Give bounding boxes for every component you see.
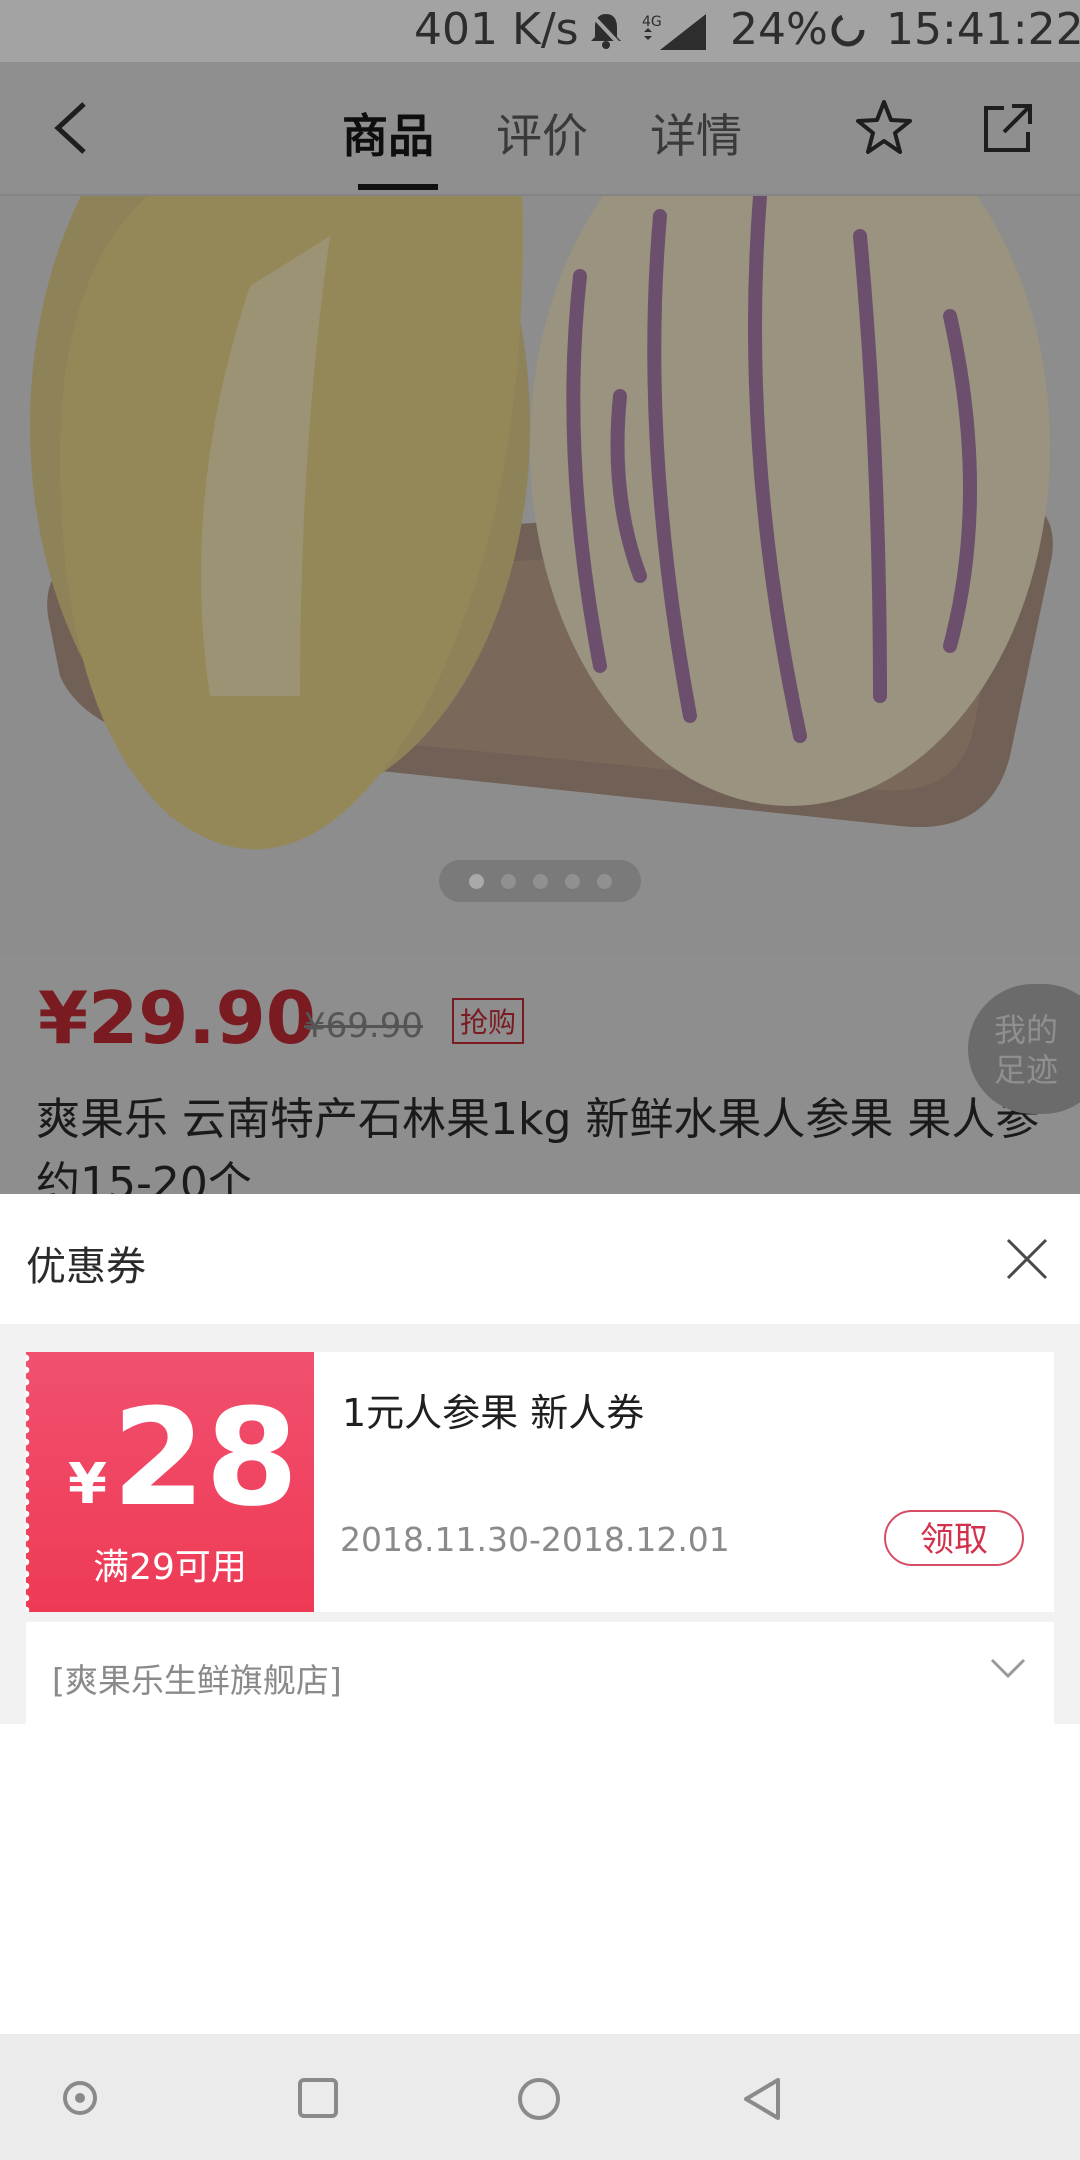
coupon-currency: ¥ (68, 1452, 107, 1517)
pager-dot (501, 874, 516, 889)
network-speed: 401 K/s (414, 4, 579, 55)
top-nav: 商品 评价 详情 (0, 62, 1080, 196)
back-arrow-icon[interactable] (50, 98, 90, 158)
image-pager (439, 860, 641, 902)
coupon-store-row[interactable]: [爽果乐生鲜旗舰店] (26, 1622, 1054, 1724)
system-nav-bar (0, 2034, 1080, 2160)
sheet-title: 优惠券 (26, 1244, 146, 1290)
coupon-card: ¥ 28 满29可用 1元人参果 新人券 2018.11.30-2018.12.… (26, 1352, 1054, 1612)
product-photo (0, 196, 1080, 956)
sheet-header: 优惠券 (0, 1194, 1080, 1324)
chevron-down-icon[interactable] (990, 1656, 1026, 1680)
claim-coupon-button[interactable]: 领取 (884, 1510, 1024, 1566)
footprint-label-2: 足迹 (994, 1051, 1059, 1089)
svg-text:4G: 4G (642, 14, 662, 30)
share-icon[interactable] (980, 102, 1034, 156)
signal-icon: 4G (642, 14, 706, 50)
star-icon[interactable] (854, 98, 914, 158)
coupon-amount: 28 (112, 1380, 299, 1536)
battery-level: 24% (730, 4, 828, 55)
coupon-value-panel: ¥ 28 满29可用 (26, 1352, 314, 1612)
product-title: 爽果乐 云南特产石林果1kg 新鲜水果人参果 果人参约15-20个 (36, 1094, 1040, 1194)
original-price: ¥69.90 (304, 1006, 423, 1046)
footprint-label-1: 我的 (994, 1011, 1059, 1049)
clock: 15:41:22 (886, 4, 1080, 55)
coupon-name: 1元人参果 新人券 (342, 1391, 645, 1435)
back-icon[interactable] (740, 2076, 784, 2122)
tab-goods[interactable]: 商品 (342, 100, 434, 166)
tab-reviews[interactable]: 评价 (496, 100, 588, 166)
assistant-icon[interactable] (60, 2078, 100, 2118)
coupon-condition: 满29可用 (93, 1547, 247, 1588)
store-name: [爽果乐生鲜旗舰店] (52, 1661, 342, 1700)
product-image[interactable] (0, 196, 1080, 956)
pager-dot (565, 874, 580, 889)
pager-dot (597, 874, 612, 889)
status-bar: 401 K/s 4G 24% 15:41:22 (0, 0, 1080, 62)
pager-dot (533, 874, 548, 889)
coupon-list: ¥ 28 满29可用 1元人参果 新人券 2018.11.30-2018.12.… (0, 1324, 1080, 1724)
active-tab-indicator (358, 184, 438, 190)
bell-off-icon (589, 12, 623, 49)
product-info: ¥29.90 ¥69.90 抢购 爽果乐 云南特产石林果1kg 新鲜水果人参果 … (0, 956, 1080, 1194)
sale-price: ¥29.90 (38, 976, 316, 1060)
close-icon[interactable] (1004, 1236, 1050, 1282)
flash-sale-badge: 抢购 (452, 998, 525, 1044)
loading-ring-icon (831, 13, 865, 47)
pager-dot-active (469, 874, 484, 889)
coupon-sheet: 优惠券 ¥ 28 满29可用 1元人参果 新人券 2018.11.30-2018… (0, 1194, 1080, 2034)
recents-icon[interactable] (296, 2076, 340, 2120)
coupon-valid-period: 2018.11.30-2018.12.01 (340, 1520, 730, 1559)
tab-details[interactable]: 详情 (650, 100, 742, 166)
home-icon[interactable] (516, 2076, 562, 2122)
